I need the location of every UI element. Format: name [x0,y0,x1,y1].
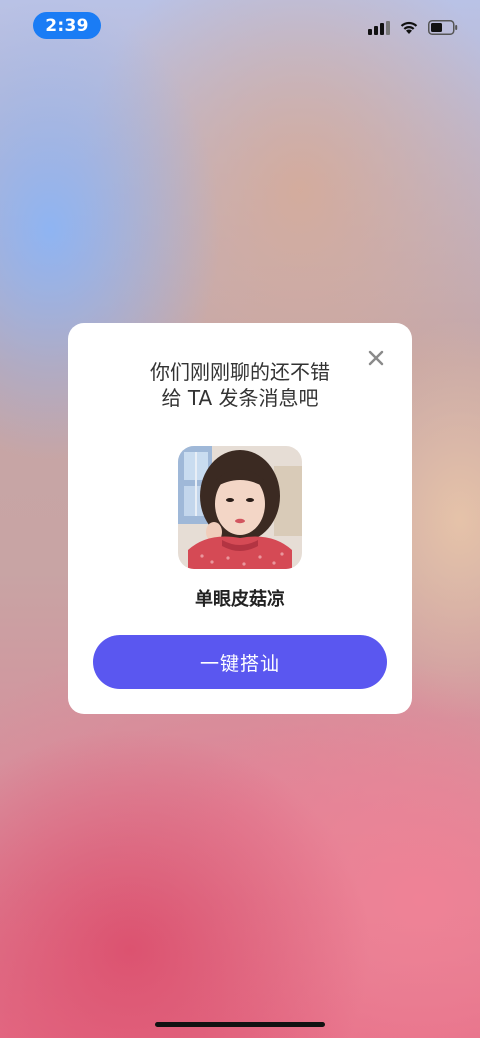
screen: 2:39 你们刚刚聊的还不错 给 TA 发条消息吧 单眼皮菇凉 一键搭讪 [0,0,480,1038]
status-time: 2:39 [33,12,101,39]
dialog-title-line-2: 给 TA 发条消息吧 [161,386,319,410]
user-avatar [178,446,302,569]
greet-button[interactable]: 一键搭讪 [93,635,387,689]
dialog-title-line-1: 你们刚刚聊的还不错 [150,360,330,384]
greeting-dialog: 你们刚刚聊的还不错 给 TA 发条消息吧 单眼皮菇凉 一键搭讪 [68,323,412,714]
home-indicator[interactable] [155,1022,325,1027]
status-icons [368,20,458,35]
cellular-signal-icon [368,20,390,35]
wifi-icon [399,20,419,35]
greet-button-label: 一键搭讪 [199,652,280,675]
username: 单眼皮菇凉 [195,589,285,610]
battery-icon [428,20,458,35]
